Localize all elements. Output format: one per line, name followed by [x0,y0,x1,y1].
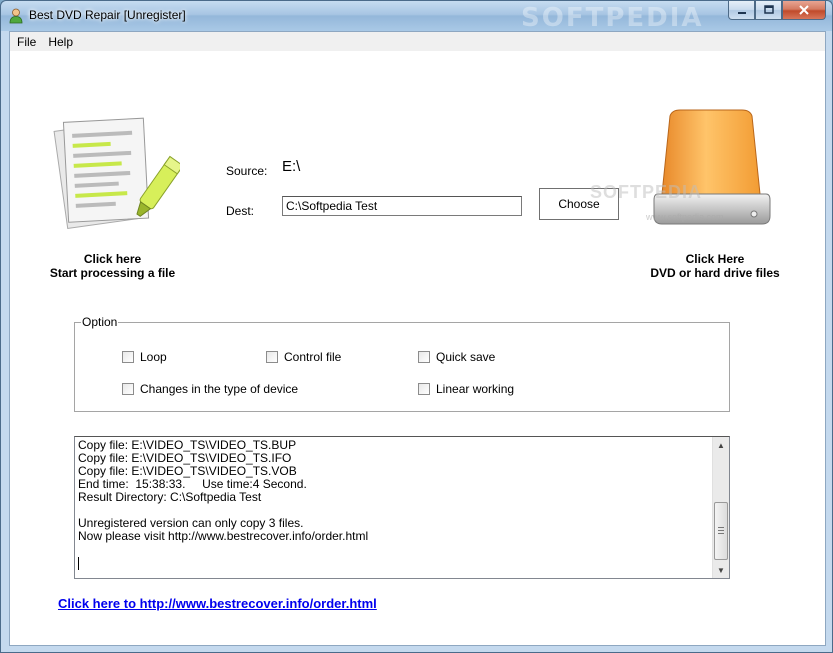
checkbox-box[interactable] [418,351,430,363]
log-text: Copy file: E:\VIDEO_TS\VIDEO_TS.BUP Copy… [78,438,369,543]
grip-line [718,533,724,534]
menu-file[interactable]: File [12,35,41,49]
drive-caption-line2: DVD or hard drive files [650,266,780,280]
dest-field[interactable]: C:\Softpedia Test [282,196,522,216]
changes-device-checkbox[interactable]: Changes in the type of device [122,382,298,396]
window-controls [728,1,826,20]
checkbox-box[interactable] [122,383,134,395]
title-watermark: SOFTPEDIA [521,3,704,33]
linear-working-label: Linear working [436,382,515,396]
source-value: E:\ [282,158,301,175]
quick-save-checkbox[interactable]: Quick save [418,350,495,364]
loop-label: Loop [140,350,167,364]
close-button[interactable] [782,1,826,20]
close-icon [799,5,809,15]
log-scrollbar[interactable]: ▲ ▼ [712,437,729,578]
minimize-button[interactable] [728,1,755,20]
maximize-icon [763,5,774,14]
dvd-drive-caption[interactable]: Click Here DVD or hard drive files [630,252,800,280]
order-link[interactable]: Click here to http://www.bestrecover.inf… [58,596,377,611]
softpedia-watermark: SOFTPEDIA [590,182,703,202]
menu-help[interactable]: Help [43,35,78,49]
user-icon [9,8,23,24]
window-title: Best DVD Repair [Unregister] [29,8,186,22]
dest-label: Dest: [226,204,255,218]
app-window: Best DVD Repair [Unregister] SOFTPEDIA F… [0,0,833,653]
log-textarea[interactable]: Copy file: E:\VIDEO_TS\VIDEO_TS.BUP Copy… [74,436,730,579]
source-label: Source: [226,164,268,178]
grip-line [718,527,724,528]
softpedia-watermark-url: www.softpedia.com [646,212,724,222]
start-caption-line2: Start processing a file [49,266,176,280]
checkbox-box[interactable] [418,383,430,395]
control-file-label: Control file [284,350,342,364]
linear-working-checkbox[interactable]: Linear working [418,382,514,396]
loop-checkbox[interactable]: Loop [122,350,167,364]
option-group-title: Option [81,315,119,329]
start-caption-line1: Click here [83,252,142,266]
scroll-up-arrow-icon[interactable]: ▲ [713,437,729,453]
grip-line [718,530,724,531]
drive-caption-line1: Click Here [685,252,745,266]
text-caret [78,557,79,570]
changes-device-label: Changes in the type of device [140,382,299,396]
checkbox-box[interactable] [122,351,134,363]
quick-save-label: Quick save [436,350,496,364]
scroll-down-arrow-icon[interactable]: ▼ [713,562,729,578]
client-area: File Help Click here Start processing a … [9,31,826,646]
title-bar[interactable]: Best DVD Repair [Unregister] SOFTPEDIA [1,1,832,33]
maximize-button[interactable] [755,1,782,20]
start-processing-caption[interactable]: Click here Start processing a file [40,252,185,280]
documents-highlighter-icon[interactable] [50,110,180,235]
option-groupbox: Option Loop Control file Quick save Chan… [74,315,730,412]
checkbox-box[interactable] [266,351,278,363]
control-file-checkbox[interactable]: Control file [266,350,341,364]
scroll-thumb[interactable] [714,502,728,560]
menu-bar: File Help [10,32,825,52]
minimize-icon [737,12,746,14]
